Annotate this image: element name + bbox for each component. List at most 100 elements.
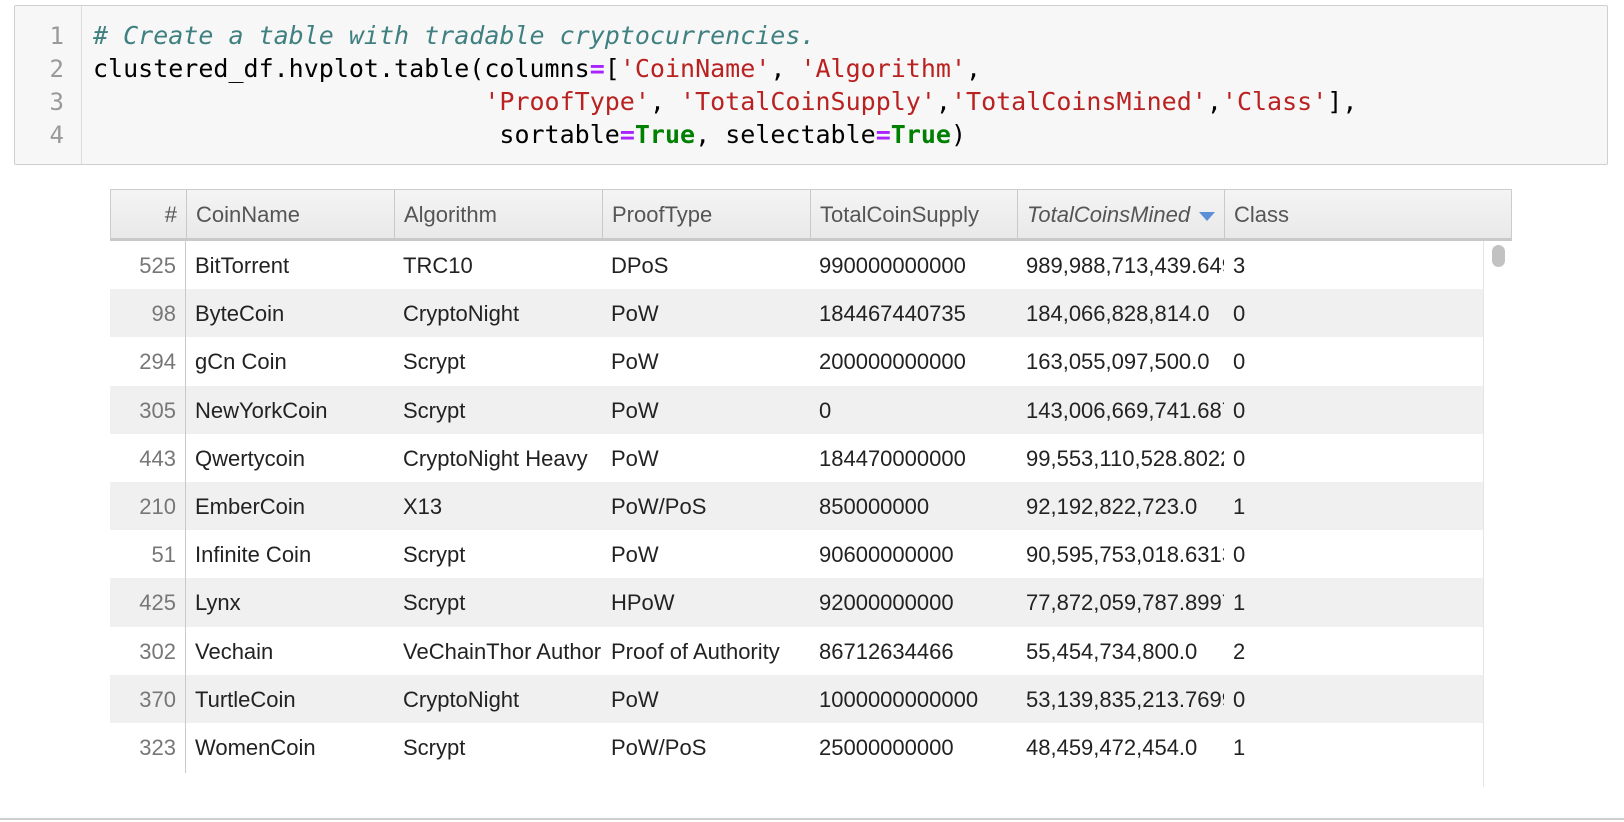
code-text: ], [1327, 87, 1358, 116]
cell-algorithm: Scrypt [403, 397, 466, 423]
code-text: [ [604, 54, 620, 83]
table-row[interactable]: 370 TurtleCoin CryptoNight PoW 1000000000000… [110, 674, 1483, 725]
table-row[interactable]: 210 EmberCoin X13 PoW/PoS 850000000 92,192,82… [110, 482, 1483, 532]
cell-totalcoinsupply: 200000000000 [819, 349, 966, 375]
code-line-3[interactable]: 'ProofType', 'TotalCoinSupply','TotalCoi… [93, 85, 1357, 119]
column-header-index[interactable]: # [111, 190, 187, 239]
cell-algorithm: CryptoNight Heavy [403, 445, 588, 471]
cell-prooftype: PoW [611, 301, 659, 327]
code-text: clustered_df.hvplot.table(columns [93, 54, 590, 83]
cell-class: 1 [1233, 590, 1246, 616]
code-string: 'TotalCoinSupply' [680, 87, 936, 116]
cell-index: 305 [110, 385, 186, 436]
cell-coinname: EmberCoin [195, 494, 306, 519]
line-number-gutter: 1 2 3 4 [15, 6, 82, 164]
table-header: # CoinName Algorithm ProofType TotalCoin… [110, 189, 1512, 241]
cell-totalcoinsmined: 90,595,753,018.6313 [1026, 542, 1224, 568]
code-text: ) [951, 120, 967, 149]
cell-coinname: BitTorrent [195, 253, 290, 278]
column-header-algorithm[interactable]: Algorithm [395, 190, 603, 239]
line-number: 3 [49, 88, 64, 116]
code-text: , [966, 54, 982, 83]
cell-class: 0 [1233, 301, 1246, 327]
cell-prooftype: PoW [611, 542, 659, 568]
code-string: 'TotalCoinsMined' [950, 87, 1207, 116]
table-row[interactable]: 98 ByteCoin CryptoNight PoW 184467440735 184,… [110, 289, 1483, 340]
cell-prooftype: PoW/PoS [611, 494, 707, 519]
line-number: 1 [49, 22, 64, 50]
cell-totalcoinsmined: 92,192,822,723.0 [1026, 494, 1198, 519]
cell-algorithm: Scrypt [403, 735, 466, 760]
cell-coinname: Vechain [195, 638, 274, 664]
column-header-totalcoinsmined[interactable]: TotalCoinsMined [1018, 190, 1225, 239]
cell-algorithm: Scrypt [403, 590, 466, 616]
cell-index: 302 [110, 626, 186, 677]
cell-algorithm: CryptoNight [403, 301, 520, 327]
cell-divider [0, 818, 1624, 820]
cell-coinname: Infinite Coin [195, 542, 312, 568]
cell-class: 1 [1233, 494, 1246, 519]
code-string: 'Class' [1221, 87, 1328, 116]
code-text: , [649, 87, 681, 116]
cell-totalcoinsupply: 86712634466 [819, 638, 954, 664]
code-cell[interactable]: 1 2 3 4 # Create a table with tradable c… [14, 5, 1608, 165]
cell-totalcoinsmined: 48,459,472,454.0 [1026, 735, 1198, 760]
table-row[interactable]: 443 Qwertycoin CryptoNight Heavy PoW 1844700… [110, 433, 1483, 484]
cell-algorithm: Scrypt [403, 349, 466, 375]
line-number: 4 [49, 121, 64, 149]
cell-prooftype: HPoW [611, 590, 675, 616]
cell-coinname: TurtleCoin [195, 686, 296, 712]
data-table[interactable]: # CoinName Algorithm ProofType TotalCoin… [110, 189, 1512, 787]
cell-totalcoinsmined: 53,139,835,213.7699 [1026, 686, 1224, 712]
code-text: , [770, 54, 801, 83]
cell-prooftype: PoW [611, 349, 659, 375]
table-row[interactable]: 525 BitTorrent TRC10 DPoS 990000000000 989,98… [110, 241, 1483, 291]
cell-totalcoinsupply: 990000000000 [819, 253, 966, 278]
cell-prooftype: PoW [611, 686, 659, 712]
cell-prooftype: PoW [611, 397, 659, 423]
cell-prooftype: PoW [611, 445, 659, 471]
code-keyword: True [890, 120, 951, 149]
cell-class: 1 [1233, 735, 1246, 760]
cell-algorithm: TRC10 [403, 253, 473, 278]
cell-algorithm: X13 [403, 494, 443, 519]
cell-totalcoinsupply: 850000000 [819, 494, 930, 519]
code-string: 'ProofType' [484, 87, 650, 116]
code-operator: = [619, 120, 635, 149]
cell-totalcoinsmined: 55,454,734,800.0 [1026, 638, 1198, 664]
table-row[interactable]: 51 Infinite Coin Scrypt PoW 90600000000 90,59… [110, 530, 1483, 581]
cell-index: 370 [110, 674, 186, 725]
cell-totalcoinsupply: 0 [819, 397, 832, 423]
column-header-label: TotalCoinsMined [1027, 202, 1191, 227]
table-row[interactable]: 425 Lynx Scrypt HPoW 92000000000 77,872,059,7… [110, 578, 1483, 629]
cell-totalcoinsupply: 92000000000 [819, 590, 954, 616]
sort-descending-icon [1199, 211, 1216, 221]
column-header-coinname[interactable]: CoinName [187, 190, 395, 239]
column-header-class[interactable]: Class [1225, 190, 1461, 239]
code-operator: = [589, 54, 605, 83]
table-row[interactable]: 294 gCn Coin Scrypt PoW 200000000000 163,055,… [110, 337, 1483, 388]
code-line-1[interactable]: # Create a table with tradable cryptocur… [93, 19, 815, 53]
cell-totalcoinsupply: 25000000000 [819, 735, 954, 760]
cell-class: 0 [1233, 349, 1246, 375]
code-comment: # Create a table with tradable cryptocur… [93, 21, 816, 50]
cell-index: 98 [110, 289, 186, 340]
column-header-totalcoinsupply[interactable]: TotalCoinSupply [811, 190, 1018, 239]
code-operator: = [875, 120, 891, 149]
cell-totalcoinsmined: 184,066,828,814.0 [1026, 301, 1210, 327]
cell-coinname: Qwertycoin [195, 445, 306, 471]
table-row[interactable]: 305 NewYorkCoin Scrypt PoW 0 143,006,669,741.… [110, 385, 1483, 436]
cell-index: 443 [110, 433, 186, 484]
code-line-4[interactable]: sortable=True, selectable=True) [93, 118, 966, 152]
column-header-prooftype[interactable]: ProofType [603, 190, 811, 239]
cell-index: 294 [110, 337, 186, 388]
table-row[interactable]: 323 WomenCoin Scrypt PoW/PoS 25000000000 48,4… [110, 723, 1483, 773]
vertical-scrollbar[interactable] [1483, 241, 1512, 787]
table-row[interactable]: 302 Vechain VeChainThor Authority Proof of … [110, 626, 1483, 677]
scrollbar-thumb[interactable] [1492, 245, 1505, 267]
code-string: 'Algorithm' [800, 54, 967, 83]
cell-coinname: WomenCoin [195, 735, 316, 760]
table-body: 525 BitTorrent TRC10 DPoS 990000000000 989,98… [110, 241, 1483, 787]
code-line-2[interactable]: clustered_df.hvplot.table(columns=['Coin… [93, 52, 981, 86]
cell-class: 0 [1233, 686, 1246, 712]
